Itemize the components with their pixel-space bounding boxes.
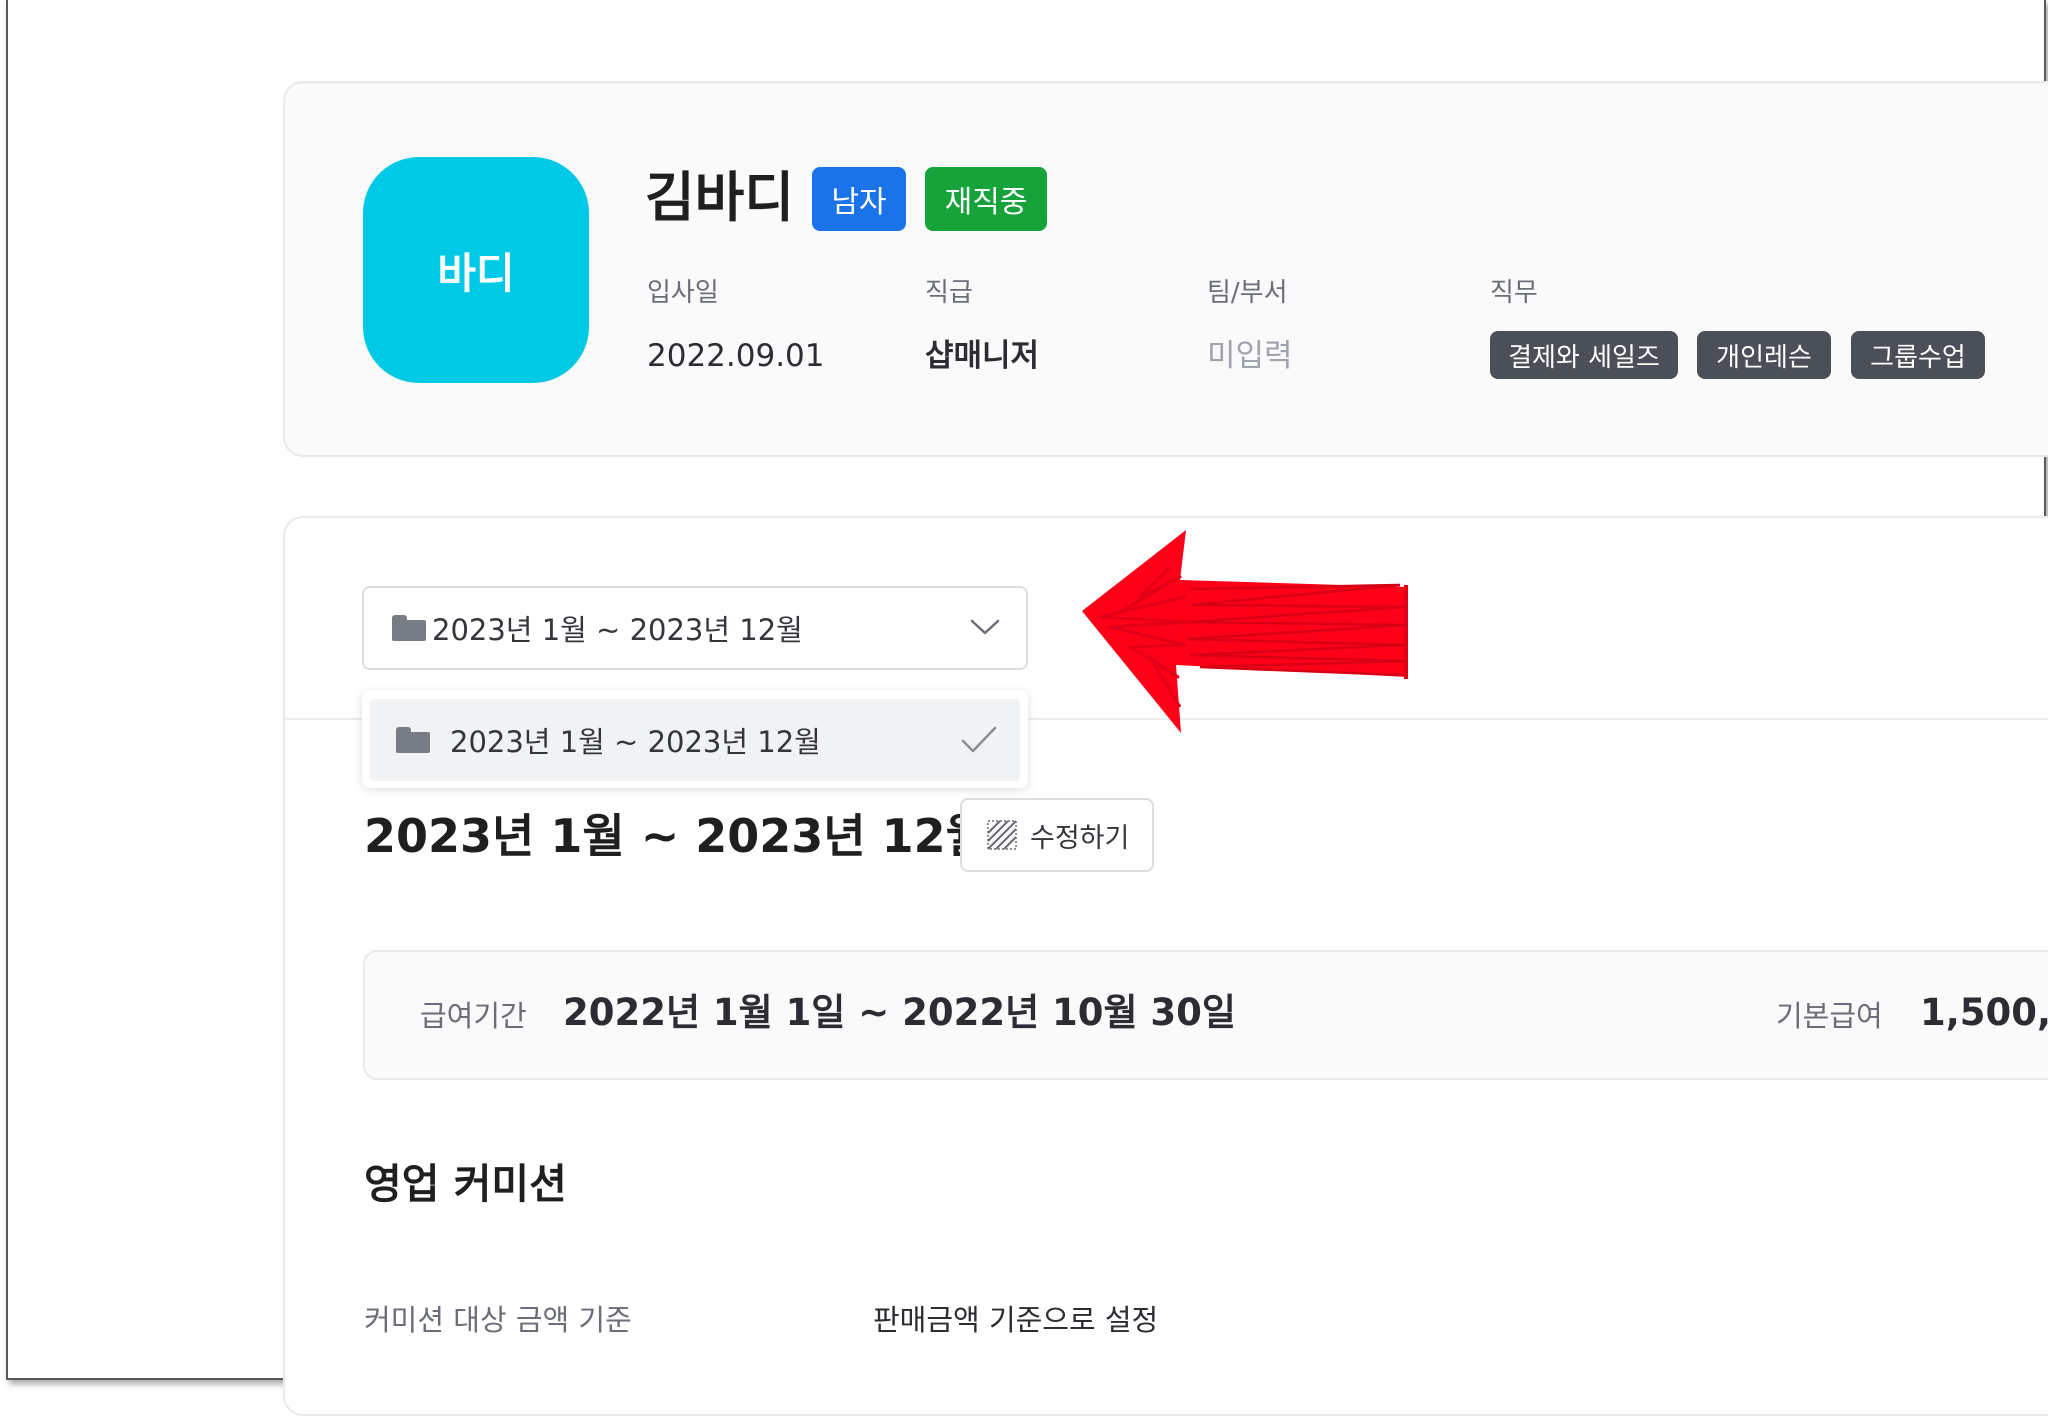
commission-basis-label: 커미션 대상 금액 기준 [364, 1303, 632, 1337]
check-icon [961, 726, 997, 753]
avatar: 바디 [363, 157, 589, 383]
period-dropdown-menu: 2023년 1월 ~ 2023년 12월 [362, 690, 1028, 788]
edit-button-label: 수정하기 [1030, 822, 1130, 854]
period-option-label: 2023년 1월 ~ 2023년 12월 [450, 725, 821, 759]
edit-button[interactable]: 수정하기 [960, 798, 1154, 872]
period-title: 2023년 1월 ~ 2023년 12월 [364, 809, 988, 863]
duty-tag: 결제와 세일즈 [1490, 331, 1678, 379]
annotation-arrow [1082, 530, 1408, 733]
rank-label: 직급 [925, 278, 973, 308]
hire-date-value: 2022.09.01 [647, 338, 825, 374]
base-pay-value: 1,500,( [1920, 991, 2048, 1034]
commission-section-title: 영업 커미션 [364, 1160, 567, 1208]
employment-status-badge: 재직중 [925, 167, 1047, 231]
duty-tag: 그룹수업 [1851, 331, 1985, 379]
period-option[interactable]: 2023년 1월 ~ 2023년 12월 [370, 699, 1020, 781]
period-select[interactable]: 2023년 1월 ~ 2023년 12월 [362, 586, 1028, 670]
chevron-down-icon [970, 619, 1000, 635]
base-pay-label: 기본급여 [1776, 999, 1883, 1033]
duty-tag: 개인레슨 [1697, 331, 1831, 379]
team-label: 팀/부서 [1207, 278, 1288, 308]
pay-period-value: 2022년 1월 1일 ~ 2022년 10월 30일 [563, 991, 1236, 1034]
pay-period-label: 급여기간 [420, 999, 527, 1033]
rank-value: 샵매니저 [925, 338, 1040, 374]
duties-label: 직무 [1490, 278, 1538, 308]
employee-name: 김바디 [645, 166, 795, 229]
team-value: 미입력 [1207, 338, 1293, 374]
folder-icon [396, 727, 430, 753]
hire-date-label: 입사일 [647, 278, 719, 308]
period-select-value: 2023년 1월 ~ 2023년 12월 [432, 613, 803, 647]
gender-badge: 남자 [812, 167, 906, 231]
folder-icon [392, 615, 426, 641]
edit-icon [987, 820, 1017, 850]
commission-basis-value: 판매금액 기준으로 설정 [873, 1303, 1159, 1337]
avatar-text: 바디 [437, 248, 515, 298]
